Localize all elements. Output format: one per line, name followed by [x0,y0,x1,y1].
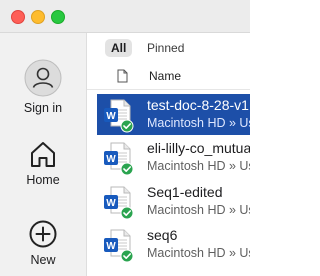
file-name: seq6 [147,227,178,243]
tab-pinned[interactable]: Pinned [141,39,190,57]
file-path: Macintosh HD » Users [147,116,250,130]
name-column-header[interactable]: Name [149,69,181,83]
sidebar: Sign in Home New [0,33,87,276]
file-type-icon[interactable] [117,69,128,83]
word-document-icon: W [104,99,134,133]
minimize-window-button[interactable] [31,10,45,24]
tab-all[interactable]: All [105,39,133,57]
word-document-icon: W [104,142,134,176]
person-circle-icon [24,59,62,97]
sidebar-item-label: Home [26,173,60,187]
sidebar-item-home[interactable]: Home [0,139,86,187]
word-document-icon: W [104,186,134,220]
svg-text:W: W [106,154,116,165]
word-document-icon: W [104,229,134,263]
zoom-window-button[interactable] [51,10,65,24]
file-row[interactable]: W eli-lilly-co_mutual Macintosh HD » Use… [97,137,250,178]
svg-text:W: W [106,198,116,209]
close-window-button[interactable] [11,10,25,24]
home-icon [31,142,55,167]
list-header: Name [87,63,250,90]
file-row[interactable]: W test-doc-8-28-v1 Macintosh HD » Users [97,94,250,135]
sidebar-item-new[interactable]: New [0,219,86,267]
svg-text:W: W [106,241,116,252]
svg-text:W: W [106,111,116,122]
file-row[interactable]: W Seq1-edited Macintosh HD » Users [97,181,250,222]
file-path: Macintosh HD » Users [147,159,250,173]
file-name: test-doc-8-28-v1 [147,97,249,113]
file-row[interactable]: W seq6 Macintosh HD » Users [97,224,250,265]
file-path: Macintosh HD » Users [147,203,250,217]
file-name: Seq1-edited [147,184,223,200]
sidebar-item-label: New [30,253,56,267]
plus-circle-icon [29,220,57,248]
file-name: eli-lilly-co_mutual [147,140,250,156]
title-bar [0,0,250,33]
file-browser: All Pinned Name W test-doc-8-28-v1 Macin… [87,33,250,276]
sidebar-item-sign-in[interactable]: Sign in [0,59,86,115]
file-path: Macintosh HD » Users [147,246,250,260]
sidebar-item-label: Sign in [23,101,63,115]
